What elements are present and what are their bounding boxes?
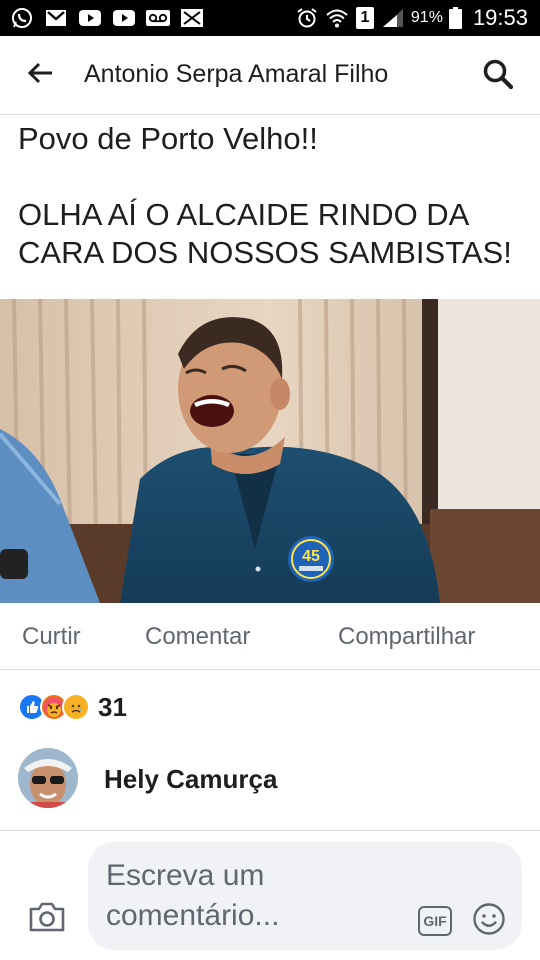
reaction-count: 31 <box>98 691 127 722</box>
comment-box[interactable]: GIF <box>88 842 522 950</box>
system-icons: 1 91% 19:53 <box>295 0 540 36</box>
post-text: Povo de Porto Velho!! OLHA AÍ O ALCAIDE … <box>18 114 528 272</box>
app-header: Antonio Serpa Amaral Filho <box>0 36 540 115</box>
voicemail-icon <box>146 7 170 29</box>
reactions-summary[interactable]: 31 <box>18 692 127 722</box>
sim-label: 1 <box>360 9 370 26</box>
search-icon <box>482 58 514 95</box>
sad-reaction-icon <box>62 693 90 721</box>
like-button[interactable]: Curtir <box>22 623 81 651</box>
comment-button[interactable]: Comentar <box>145 623 250 651</box>
battery-icon <box>449 7 463 29</box>
status-bar: 1 91% 19:53 <box>0 0 540 36</box>
camera-button[interactable] <box>26 900 68 938</box>
comment-author-name[interactable]: Hely Camurça <box>104 764 277 795</box>
youtube-icon <box>78 7 102 29</box>
post-photo[interactable]: 45 <box>0 299 540 603</box>
sim-1-icon: 1 <box>355 7 375 29</box>
battery-percent: 91% <box>410 9 443 26</box>
post-text-line <box>18 158 528 196</box>
whatsapp-icon <box>10 7 34 29</box>
wifi-icon <box>325 7 349 29</box>
search-button[interactable] <box>478 58 518 94</box>
post-text-line: CARA DOS NOSSOS SAMBISTAS! <box>18 235 512 270</box>
back-button[interactable] <box>24 60 58 90</box>
clock: 19:53 <box>472 5 528 30</box>
signal-icon <box>381 7 405 29</box>
youtube-icon <box>112 7 136 29</box>
alarm-icon <box>295 7 319 29</box>
emoji-button[interactable] <box>472 902 506 941</box>
emoji-icon <box>472 902 506 941</box>
arrow-left-icon <box>27 62 54 89</box>
missed-call-icon <box>180 7 204 29</box>
post-text-line: Povo de Porto Velho!! <box>18 121 318 156</box>
share-button[interactable]: Compartilhar <box>338 623 475 651</box>
campaign-badge-number: 45 <box>302 548 320 565</box>
comment-author-row[interactable]: Hely Camurça <box>0 740 540 831</box>
comment-input[interactable] <box>106 856 406 940</box>
page-title: Antonio Serpa Amaral Filho <box>84 60 389 88</box>
notification-icons <box>0 0 204 36</box>
avatar[interactable] <box>18 748 78 808</box>
camera-icon <box>28 901 66 938</box>
post-actions: Curtir Comentar Compartilhar <box>0 603 540 670</box>
comment-composer: GIF <box>0 832 540 960</box>
gmail-icon <box>44 7 68 29</box>
gif-button[interactable]: GIF <box>418 906 452 936</box>
post-text-line: OLHA AÍ O ALCAIDE RINDO DA <box>18 197 470 232</box>
